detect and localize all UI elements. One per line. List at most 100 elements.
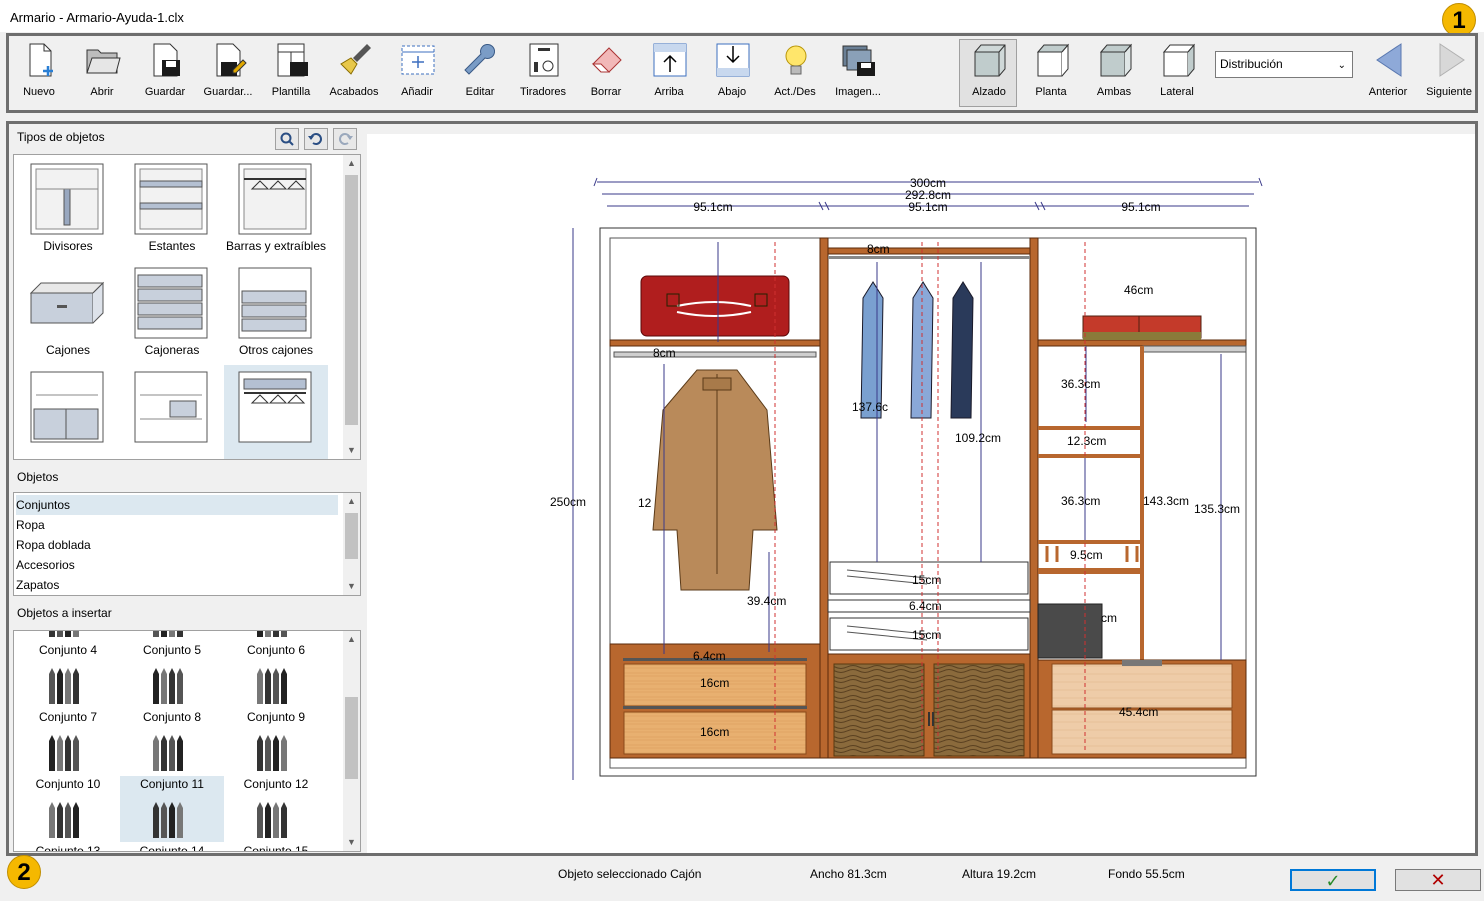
type-tile-drawers[interactable]: Cajones [16,261,120,361]
delete-button-label: Borrar [590,86,622,98]
save-as-button[interactable]: Guardar... [198,40,258,100]
type-tile-other-drawers[interactable]: Otros cajones [224,261,328,361]
add-icon [401,45,435,75]
insert-tile-label: Conjunto 6 [246,643,306,657]
scroll-up-icon[interactable]: ▲ [343,631,360,648]
save-icon [153,43,180,77]
insert-tile-label: Conjunto 10 [35,777,101,791]
dim-label: 6.4cm [909,599,942,613]
shelves-icon [134,163,208,235]
dim-label: 16cm [700,676,729,690]
view-plan-button[interactable]: Planta [1021,40,1081,100]
dim-label: 135.3cm [1194,502,1240,516]
insert-tile[interactable]: Conjunto 5 [120,631,224,657]
type-tile-accessories[interactable] [120,365,224,459]
view-elevation-button[interactable]: Alzado [959,39,1017,107]
template-button[interactable]: Plantilla [261,40,321,100]
type-tile-dividers[interactable]: Divisores [16,157,120,257]
main-area: Tipos de objetos Divisores Estantes Barr… [6,121,1478,856]
toggle-button-label: Act./Des [774,86,816,98]
search-button[interactable] [275,128,299,150]
objects-title: Objetos [17,470,59,484]
scroll-thumb[interactable] [345,697,358,779]
dim-label: 36.3cm [1061,377,1100,391]
handles-button[interactable]: Tiradores [513,40,573,100]
cube-front-icon [974,44,1006,77]
type-tile-doors[interactable] [16,365,120,459]
toolbar: Nuevo Abrir Guardar Guardar... Plantilla… [6,33,1478,113]
type-tile-label: Estantes [148,239,196,253]
list-item[interactable]: Ropa doblada [16,535,338,555]
edit-button[interactable]: Editar [450,40,510,100]
undo-button[interactable] [304,128,328,150]
chevron-down-icon: ⌄ [1337,60,1346,71]
save-as-icon [216,43,247,77]
open-button[interactable]: Abrir [72,40,132,100]
dividers-icon [30,163,104,235]
accessories-icon [134,371,208,443]
type-tile-label: Barras y extraíbles [225,239,327,253]
clothing-set-icon [49,631,79,637]
list-item[interactable]: Zapatos [16,575,338,595]
type-tile-label: Divisores [43,239,93,253]
insert-tile-label: Conjunto 8 [142,710,202,724]
clothing-set-icon [257,735,287,771]
edit-button-label: Editar [465,86,495,98]
objects-scrollbar[interactable]: ▲ ▼ [343,493,360,595]
image-button[interactable]: Imagen... [828,40,888,100]
list-item[interactable]: Accesorios [16,555,338,575]
triangle-left-icon [1376,43,1402,77]
type-tile-label: Otros cajones [238,343,314,357]
checkmark-icon: ✓ [1325,871,1341,891]
new-button[interactable]: Nuevo [9,40,69,100]
next-button[interactable]: Siguiente [1419,40,1479,100]
type-tile-bars[interactable]: Barras y extraíbles [224,157,328,257]
move-down-button[interactable]: Abajo [702,40,762,100]
add-button[interactable]: Añadir [387,40,447,100]
dim-label: 15cm [912,628,941,642]
toggle-button[interactable]: Act./Des [765,40,825,100]
view-side-button[interactable]: Lateral [1147,40,1207,100]
scroll-up-icon[interactable]: ▲ [343,155,360,172]
wardrobe-drawing[interactable]: 300cm 292.8cm 95.1cm 95.1cm 95.1cm 250cm [367,134,1475,853]
insert-tile[interactable]: Conjunto 4 [16,631,120,657]
distribution-select[interactable]: Distribución ⌄ [1215,51,1353,78]
finishes-button[interactable]: Acabados [324,40,384,100]
save-button[interactable]: Guardar [135,40,195,100]
design-canvas[interactable]: 300cm 292.8cm 95.1cm 95.1cm 95.1cm 250cm [367,134,1475,853]
insert-tile-label: Conjunto 9 [246,710,306,724]
view-both-button[interactable]: Ambas [1084,40,1144,100]
handles-button-label: Tiradores [519,86,567,98]
scroll-down-icon[interactable]: ▼ [343,442,360,459]
scroll-thumb[interactable] [345,513,358,559]
open-button-label: Abrir [90,86,114,98]
drawer-icon [30,281,104,324]
move-up-button[interactable]: Arriba [639,40,699,100]
clothing-set-icon [153,735,183,771]
ok-button[interactable]: ✓ [1290,869,1376,891]
scroll-down-icon[interactable]: ▼ [343,834,360,851]
view-both-label: Ambas [1096,86,1132,98]
object-types-title: Tipos de objetos [17,130,105,144]
scroll-thumb[interactable] [345,175,358,425]
cancel-button[interactable]: ✕ [1395,869,1481,891]
type-tile-chests[interactable]: Cajoneras [120,261,224,361]
clothing-set-icon [49,802,79,838]
type-tile-distribution[interactable] [224,365,328,459]
insert-tile[interactable]: Conjunto 6 [224,631,328,657]
new-button-label: Nuevo [23,86,55,98]
previous-button[interactable]: Anterior [1358,40,1418,100]
insert-scrollbar[interactable]: ▲ ▼ [343,631,360,851]
scroll-down-icon[interactable]: ▼ [343,578,360,595]
list-item[interactable]: Conjuntos [16,495,338,515]
redo-button[interactable] [333,128,357,150]
clothing-set-icon [49,735,79,771]
types-scrollbar[interactable]: ▲ ▼ [343,155,360,459]
callout-badge-1: 1 [1442,3,1476,37]
window-title: Armario - Armario-Ayuda-1.clx [10,10,184,25]
delete-button[interactable]: Borrar [576,40,636,100]
type-tile-label: Cajoneras [144,343,200,357]
list-item[interactable]: Ropa [16,515,338,535]
type-tile-shelves[interactable]: Estantes [120,157,224,257]
scroll-up-icon[interactable]: ▲ [343,493,360,510]
